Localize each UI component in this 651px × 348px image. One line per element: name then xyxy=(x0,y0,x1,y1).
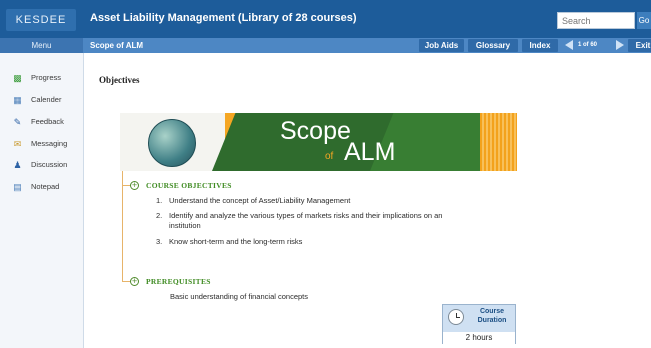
next-page-arrow-icon[interactable] xyxy=(616,40,624,50)
objective-item: 2. Identify and analyze the various type… xyxy=(156,211,446,231)
sidebar-item-calender[interactable]: ▦ Calender xyxy=(12,93,61,107)
sidebar-item-label: Notepad xyxy=(31,182,60,191)
kesdee-logo: KESDEE xyxy=(6,9,76,31)
notepad-icon: ▤ xyxy=(13,182,22,193)
sidebar-item-label: Feedback xyxy=(31,117,64,126)
envelope-icon: ✉ xyxy=(13,139,22,150)
objective-text: Understand the concept of Asset/Liabilit… xyxy=(169,196,351,205)
sidebar-item-progress[interactable]: ▩ Progress xyxy=(12,71,61,85)
banner-stripes xyxy=(480,113,517,171)
prerequisites-text: Basic understanding of financial concept… xyxy=(170,292,309,301)
menu-label[interactable]: Menu xyxy=(0,38,83,53)
section-title: Objectives xyxy=(99,75,140,85)
glossary-button[interactable]: Glossary xyxy=(468,39,518,52)
pencil-icon: ✎ xyxy=(13,117,22,128)
course-duration-label: Course Duration xyxy=(477,308,507,324)
outline-connector xyxy=(122,171,123,282)
sidebar-item-discussion[interactable]: ♟ Discussion xyxy=(12,158,67,172)
collapse-icon[interactable]: + xyxy=(130,277,139,286)
objective-item: 1. Understand the concept of Asset/Liabi… xyxy=(156,196,446,206)
exit-button[interactable]: Exit xyxy=(628,39,651,52)
search-go-button[interactable]: Go xyxy=(637,12,651,29)
banner-title-scope: Scope xyxy=(280,117,351,145)
objective-number: 1. xyxy=(156,196,163,205)
objective-number: 3. xyxy=(156,237,163,246)
sidebar-menu: ▩ Progress ▦ Calender ✎ Feedback ✉ Messaging… xyxy=(0,53,84,348)
sidebar-item-label: Calender xyxy=(31,95,62,104)
course-duration-box: Course Duration 2 hours xyxy=(442,304,516,344)
sidebar-item-label: Messaging xyxy=(31,139,68,148)
prerequisites-heading: PREREQUISITES xyxy=(146,277,211,286)
page-title: Scope of ALM xyxy=(90,41,144,50)
objective-item: 3. Know short-term and the long-term ris… xyxy=(156,237,446,247)
objective-text: Know short-term and the long-term risks xyxy=(169,237,303,246)
sidebar-item-notepad[interactable]: ▤ Notepad xyxy=(12,180,59,194)
people-icon: ♟ xyxy=(13,160,22,171)
course-banner: Scope of ALM xyxy=(120,113,517,171)
sidebar-item-feedback[interactable]: ✎ Feedback xyxy=(12,115,64,129)
globe-icon xyxy=(148,119,196,167)
sidebar-item-messaging[interactable]: ✉ Messaging xyxy=(12,137,68,151)
top-header: KESDEE Asset Liability Management (Libra… xyxy=(0,0,651,38)
banner-title-alm: ALM xyxy=(344,138,396,166)
job-aids-button[interactable]: Job Aids xyxy=(419,39,464,52)
search-input[interactable] xyxy=(557,12,635,29)
course-objectives-heading: COURSE OBJECTIVES xyxy=(146,181,232,190)
previous-page-arrow-icon[interactable] xyxy=(565,40,573,50)
sidebar-item-label: Progress xyxy=(31,73,62,82)
collapse-icon[interactable]: + xyxy=(130,181,139,190)
app-title: Asset Liability Management (Library of 2… xyxy=(90,12,357,24)
objective-number: 2. xyxy=(156,211,163,220)
sidebar-item-label: Discussion xyxy=(31,160,68,169)
clock-icon xyxy=(448,309,464,325)
course-duration-value: 2 hours xyxy=(443,332,515,344)
index-button[interactable]: Index xyxy=(522,39,558,52)
sub-toolbar: Menu Scope of ALM Job Aids Glossary Inde… xyxy=(0,38,651,53)
banner-title-of: of xyxy=(325,151,334,162)
calendar-icon: ▦ xyxy=(13,95,22,106)
main-content: Objectives Scope of ALM + COURSE OBJECTI… xyxy=(84,53,651,348)
objective-text: Identify and analyze the various types o… xyxy=(169,211,443,230)
chart-icon: ▩ xyxy=(13,73,22,84)
page-counter: 1 of 60 xyxy=(578,42,598,48)
